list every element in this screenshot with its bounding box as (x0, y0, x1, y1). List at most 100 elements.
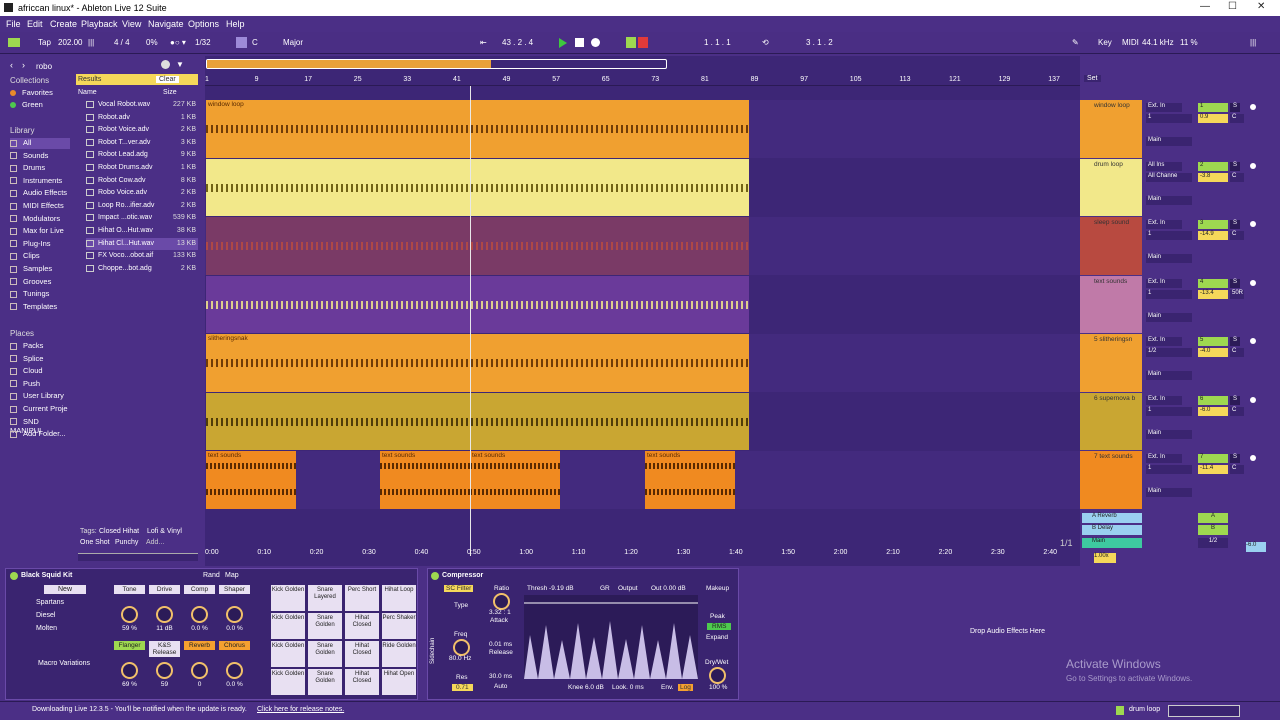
macro-label[interactable]: Comp (184, 585, 215, 594)
arm-icon[interactable] (1250, 338, 1256, 344)
makeup-button[interactable]: Makeup (706, 585, 729, 592)
track-number[interactable]: 4 (1198, 278, 1228, 288)
file-row[interactable]: FX Voco...obot.aif 133 KB (86, 250, 198, 262)
chain-spartans[interactable]: Spartans (36, 599, 64, 606)
macro-value[interactable]: 0.0 % (219, 681, 250, 688)
place-snd-manipui[interactable]: SND MANIPUI (10, 417, 70, 435)
set-button[interactable]: Set (1084, 75, 1101, 82)
tag-one-shot[interactable]: One Shot (80, 539, 110, 546)
drum-pad[interactable]: Hihat Closed (345, 613, 379, 639)
play-icon[interactable] (559, 38, 567, 48)
audio-clip[interactable] (206, 217, 749, 275)
menu-edit[interactable]: Edit (27, 19, 43, 29)
track-number[interactable]: 2 (1198, 161, 1228, 171)
macro-knob[interactable] (191, 662, 208, 679)
place-splice[interactable]: Splice (10, 354, 70, 365)
audio-clip[interactable]: slitheringsnak (206, 334, 749, 392)
tag-lofi-vinyl[interactable]: Lofi & Vinyl (147, 528, 182, 535)
place-packs[interactable]: Packs (10, 341, 70, 352)
scale-icon[interactable] (236, 37, 247, 48)
scale-select[interactable]: Major (283, 38, 303, 47)
beat-ruler[interactable]: 1 9 17 25 33 41 49 57 65 73 81 89 97 105 113 121 129 137 (205, 74, 1080, 86)
time-ruler[interactable]: 0:00 0:10 0:20 0:30 0:40 0:50 1:00 1:10 1:20 1:30… (205, 547, 1080, 559)
audio-clip[interactable]: window loop (206, 100, 749, 158)
arrangement-lane[interactable] (205, 158, 1080, 216)
chain-diesel[interactable]: Diesel (36, 612, 55, 619)
compressor-display[interactable] (524, 595, 698, 679)
track-name[interactable]: 5 slitheringsn (1094, 336, 1132, 343)
auto-button[interactable]: Auto (494, 683, 507, 690)
stop-icon[interactable] (575, 38, 584, 47)
log-button[interactable]: Log (678, 684, 693, 691)
macro-knob[interactable] (121, 662, 138, 679)
return-letter[interactable]: A (1198, 512, 1228, 523)
track-name[interactable]: 7 text sounds (1094, 453, 1133, 460)
input-select[interactable]: Ext. In (1146, 220, 1182, 229)
record-quant-icon[interactable]: ●○ ▾ (170, 38, 186, 47)
volume-field[interactable]: -14.9 (1198, 231, 1228, 240)
library-item-sounds[interactable]: Sounds (10, 151, 70, 162)
device-drop-area[interactable]: Drop Audio Effects Here Activate Windows… (741, 568, 1275, 700)
swing-field[interactable]: 0% (146, 38, 158, 47)
macro-label[interactable]: Flanger (114, 641, 145, 650)
file-row[interactable]: Robot Cow.adv 8 KB (86, 175, 198, 187)
drum-pad[interactable]: Kick Golden (271, 669, 305, 695)
tempo-field[interactable]: 202.00 (58, 38, 82, 47)
drum-pad[interactable]: Snare Golden (308, 613, 342, 639)
macro-label[interactable]: Reverb (184, 641, 215, 650)
place-cloud[interactable]: Cloud (10, 366, 70, 377)
macro-knob[interactable] (156, 606, 173, 623)
file-row[interactable]: Robot Drums.adv 1 KB (86, 162, 198, 174)
channel-select[interactable]: All Channe (1146, 172, 1192, 182)
audio-clip[interactable]: text sounds (206, 451, 296, 509)
drum-pad[interactable]: Hihat Closed (345, 669, 379, 695)
return-letter[interactable]: B (1198, 525, 1228, 535)
library-item-modulators[interactable]: Modulators (10, 214, 70, 225)
volume-field[interactable]: -6.0 (1198, 406, 1228, 416)
pan-field[interactable]: C (1230, 114, 1244, 123)
chain-molten[interactable]: Molten (36, 625, 57, 632)
file-row[interactable]: Hihat O...Hut.wav 38 KB (86, 225, 198, 237)
menu-playback[interactable]: Playback (81, 19, 118, 29)
drum-pad[interactable]: Hihat Loop (382, 585, 416, 611)
macro-label[interactable]: Shaper (219, 585, 250, 594)
drum-pad[interactable]: Ride Golden (382, 641, 416, 667)
volume-field[interactable]: -13.4 (1198, 289, 1228, 299)
channel-select[interactable]: 1/2 (1146, 348, 1192, 357)
pan-field[interactable]: C (1230, 465, 1244, 474)
tag-closed-hihat[interactable]: Closed Hihat (99, 528, 139, 535)
back-arrow-icon[interactable]: ‹ (10, 60, 13, 70)
return-track-header[interactable]: Main (1082, 537, 1142, 548)
position-field[interactable]: 43 . 2 . 4 (502, 38, 533, 47)
track-name[interactable]: window loop (1094, 102, 1130, 109)
macro-knob[interactable] (226, 662, 243, 679)
drum-pad[interactable]: Hihat Open (382, 669, 416, 695)
mini-overview[interactable] (1168, 705, 1240, 717)
arm-icon[interactable] (1250, 455, 1256, 461)
return-track-header[interactable]: A Reverb (1082, 512, 1142, 523)
maximize-icon[interactable]: ☐ (1228, 1, 1237, 12)
file-row[interactable]: Hihat Cl...Hut.wav 13 KB (86, 237, 198, 250)
solo-button[interactable]: S (1230, 161, 1240, 171)
ratio-knob[interactable] (493, 593, 510, 610)
macro-label[interactable]: Drive (149, 585, 180, 594)
freq-knob[interactable] (453, 639, 470, 656)
channel-select[interactable]: 1 (1146, 465, 1192, 474)
track-header[interactable]: 6 supernova b (1080, 392, 1142, 450)
output-select[interactable]: Main (1146, 312, 1192, 322)
out-readout[interactable]: Out 0.00 dB (651, 585, 686, 592)
arrangement-lane[interactable]: slitheringsnak (205, 334, 1080, 392)
track-number[interactable]: 3 (1198, 220, 1228, 229)
output-select[interactable]: Main (1146, 488, 1192, 497)
size-column-header[interactable]: Size (163, 89, 177, 96)
rms-button[interactable]: RMS (707, 623, 732, 630)
track-header[interactable]: sleep sound (1080, 217, 1142, 275)
place-current-proje[interactable]: Current Proje (10, 404, 70, 415)
file-row[interactable]: Robot T...ver.adv 3 KB (86, 137, 198, 149)
macro-knob[interactable] (156, 662, 173, 679)
device-power-icon[interactable] (10, 572, 18, 580)
place-user-library[interactable]: User Library (10, 391, 70, 402)
follow-icon[interactable]: ⇤ (480, 38, 487, 47)
time-signature[interactable]: 4 / 4 (114, 38, 130, 47)
midi-map-button[interactable]: MIDI (1122, 38, 1139, 47)
